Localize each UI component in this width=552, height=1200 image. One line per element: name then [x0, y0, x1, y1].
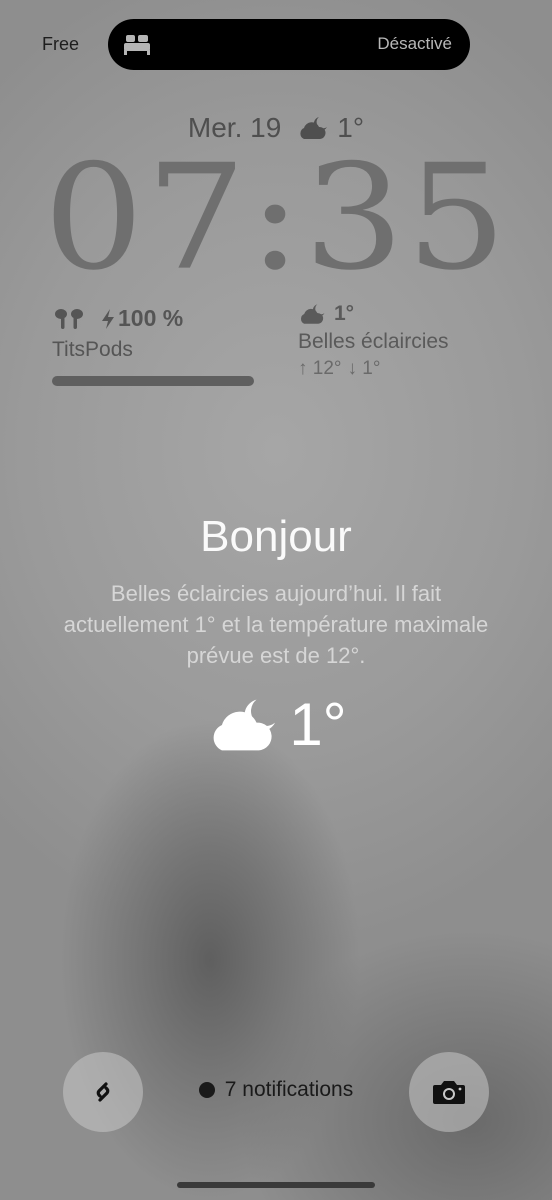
camera-icon: [433, 1081, 465, 1104]
notification-dot-icon: [198, 1082, 215, 1098]
weather-widget[interactable]: 1° Belles éclaircies ↑ 12° ↓ 1°: [298, 302, 449, 380]
lock-clock[interactable]: 07:35: [0, 135, 552, 301]
sleep-focus-status: Désactivé: [377, 34, 452, 53]
dynamic-island[interactable]: Désactivé: [108, 19, 470, 70]
bed-icon: [124, 35, 150, 55]
weather-widget-low: 1°: [362, 358, 381, 379]
airpods-battery-level: 100 %: [118, 305, 184, 331]
greeting-title: Bonjour: [200, 512, 352, 561]
greeting-weather: 1°: [0, 690, 552, 759]
carrier-label: Free: [42, 34, 80, 54]
arrow-up-icon: ↑: [298, 358, 308, 379]
notifications-count: 7 notifications: [224, 1078, 354, 1101]
arrow-down-icon: ↓: [347, 358, 358, 379]
weather-widget-temp: 1°: [334, 302, 355, 325]
camera-button[interactable]: [409, 1052, 489, 1132]
greeting-temp: 1°: [289, 691, 347, 758]
home-indicator[interactable]: [177, 1182, 375, 1188]
weather-widget-condition: Belles éclaircies: [298, 330, 449, 353]
greeting-summary: Belles éclaircies aujourd’hui. Il fait a…: [63, 581, 489, 668]
weather-widget-high: 12°: [312, 358, 342, 379]
partly-cloudy-night-icon: [300, 304, 325, 324]
airpods-icon: [55, 308, 83, 329]
partly-cloudy-night-icon: [213, 699, 276, 750]
airpods-battery-bar: [52, 376, 254, 386]
weather-widget-range: ↑ 12° ↓ 1°: [298, 358, 449, 380]
charging-bolt-icon: [102, 308, 114, 329]
airpods-battery-widget[interactable]: 100 % TitsPods: [52, 305, 256, 386]
airpods-name: TitsPods: [52, 338, 133, 361]
